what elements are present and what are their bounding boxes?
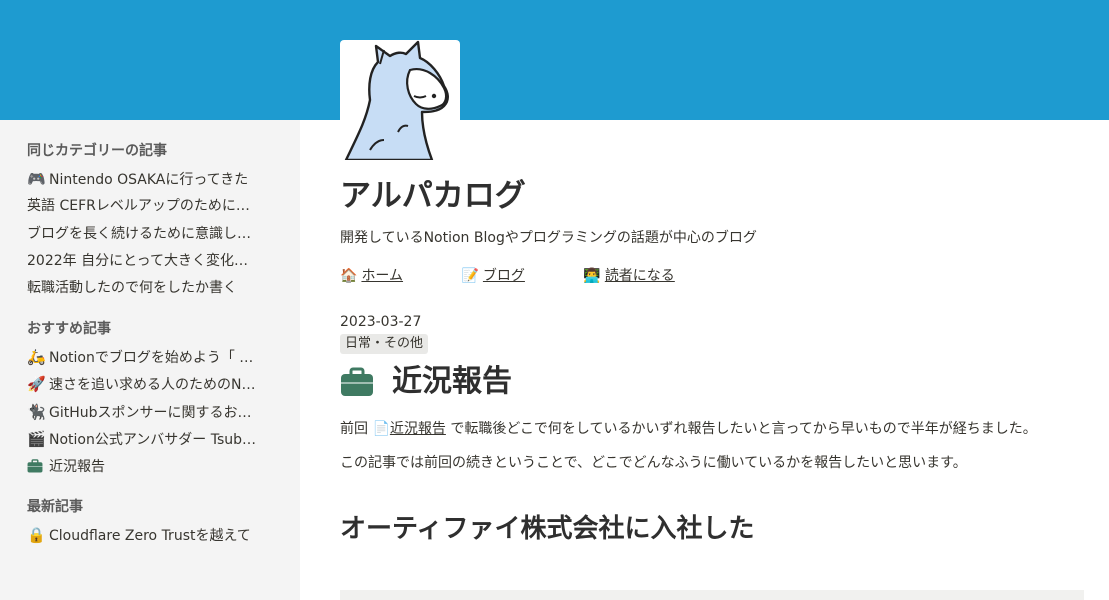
header-banner — [0, 0, 1109, 120]
sidebar-item-label: Cloudflare Zero Trustを越えて — [49, 528, 251, 545]
sidebar-item-label: 転職活動したので何をしたか書く — [27, 280, 237, 297]
sidebar-item-label: 速さを追い求める人のためのN… — [49, 377, 256, 394]
mention-label: 近況報告 — [389, 421, 446, 437]
black-cat-icon: 🐈‍⬛ — [27, 402, 46, 421]
paragraph: 前回 📄近況報告 で転職後どこで何をしているかいずれ報告したいと言ってから早いも… — [340, 414, 1084, 444]
scooter-icon: 🛵 — [27, 348, 46, 367]
sidebar-item[interactable]: 🎬 Notion公式アンバサダー Tsub… — [27, 429, 272, 449]
sidebar-item[interactable]: 🔒 Cloudflare Zero Trustを越えて — [27, 525, 272, 545]
page-mention-link[interactable]: 📄近況報告 — [372, 421, 445, 437]
sidebar-item-label: ブログを長く続けるために意識し… — [27, 225, 251, 242]
blog-title[interactable]: アルパカログ — [340, 176, 1084, 216]
sidebar-item-label: 近況報告 — [49, 459, 105, 476]
rocket-icon: 🚀 — [27, 375, 46, 394]
sidebar-item[interactable]: 近況報告 — [27, 456, 272, 476]
sidebar-item-label: Notionでブログを始めよう「 … — [49, 350, 254, 367]
nav-blog-link[interactable]: 📝 ブログ — [461, 265, 524, 285]
paragraph: この記事では前回の続きということで、どこでどんなふうに働いているかを報告したいと… — [340, 455, 967, 471]
game-controller-icon: 🎮 — [27, 170, 46, 188]
page-icon: 📄 — [372, 421, 390, 437]
alpaca-icon — [344, 40, 449, 160]
blog-nav: 🏠 ホーム 📝 ブログ 👨‍💻 読者になる — [340, 265, 1084, 287]
sidebar-item[interactable]: 転職活動したので何をしたか書く — [27, 278, 272, 298]
section-heading: オーティファイ株式会社に入社した — [340, 514, 755, 544]
sidebar-section-same-category: 同じカテゴリーの記事 🎮 Nintendo OSAKAに行ってきた 英語 CEFR… — [0, 142, 300, 298]
house-icon: 🏠 — [340, 268, 358, 284]
clapper-board-icon: 🎬 — [27, 430, 46, 449]
sidebar-heading: おすすめ記事 — [27, 321, 111, 338]
sidebar-item-label: 英語 CEFRレベルアップのために… — [27, 198, 250, 215]
sidebar-item[interactable]: 2022年 自分にとって大きく変化… — [27, 251, 272, 271]
sidebar-item-label: Notion公式アンバサダー Tsub… — [49, 432, 257, 449]
sidebar-item[interactable]: 🛵 Notionでブログを始めよう「 … — [27, 347, 272, 367]
blog-avatar[interactable] — [340, 40, 460, 160]
sidebar-item[interactable]: 英語 CEFRレベルアップのために… — [27, 196, 272, 216]
paragraph-text: 前回 — [340, 421, 368, 437]
lock-icon: 🔒 — [27, 526, 46, 545]
post-date: 2023-03-27 — [340, 314, 422, 330]
sidebar-heading: 同じカテゴリーの記事 — [27, 143, 167, 159]
post-title-row: 近況報告 — [340, 362, 1084, 402]
sidebar-item-label: GitHubスポンサーに関するお… — [49, 404, 252, 421]
sidebar-heading: 最新記事 — [27, 499, 83, 516]
sidebar-item[interactable]: 🚀 速さを追い求める人のためのN… — [27, 374, 272, 394]
sidebar-section-recommended: おすすめ記事 🛵 Notionでブログを始めよう「 … 🚀 速さを追い求める人のため… — [0, 320, 300, 476]
main-content: アルパカログ 開発しているNotion Blogやプログラミングの話題が中心のブ… — [340, 160, 1084, 548]
briefcase-icon — [340, 367, 374, 397]
nav-label: 読者になる — [604, 268, 675, 284]
category-tag[interactable]: 日常・その他 — [340, 334, 429, 354]
sidebar-item-label: Nintendo OSAKAに行ってきた — [49, 172, 249, 188]
nav-subscribe-link[interactable]: 👨‍💻 読者になる — [583, 265, 674, 285]
code-block — [340, 590, 1084, 600]
memo-icon: 📝 — [461, 268, 479, 284]
briefcase-icon — [27, 456, 49, 476]
nav-home-link[interactable]: 🏠 ホーム — [340, 265, 403, 285]
sidebar-item[interactable]: 🎮 Nintendo OSAKAに行ってきた — [27, 169, 272, 189]
blog-description: 開発しているNotion Blogやプログラミングの話題が中心のブログ — [340, 230, 757, 246]
nav-label: ホーム — [361, 268, 404, 284]
sidebar-item-label: 2022年 自分にとって大きく変化… — [27, 252, 248, 269]
paragraph-text: で転職後どこで何をしているかいずれ報告したいと言ってから早いもので半年が経ちまし… — [450, 421, 1037, 437]
technologist-icon: 👨‍💻 — [583, 268, 601, 284]
sidebar: 同じカテゴリーの記事 🎮 Nintendo OSAKAに行ってきた 英語 CEFR… — [0, 120, 300, 600]
nav-label: ブログ — [482, 268, 525, 284]
post-title: 近況報告 — [392, 364, 512, 399]
sidebar-item[interactable]: ブログを長く続けるために意識し… — [27, 224, 272, 244]
sidebar-section-latest: 最新記事 🔒 Cloudflare Zero Trustを越えて — [0, 498, 300, 545]
sidebar-item[interactable]: 🐈‍⬛ GitHubスポンサーに関するお… — [27, 402, 272, 422]
